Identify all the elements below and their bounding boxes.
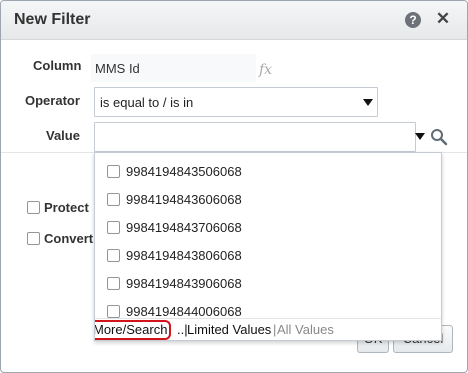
more-search-link[interactable]: More/Search [95, 320, 171, 340]
item-checkbox[interactable] [107, 221, 120, 234]
column-field: MMS Id [91, 54, 256, 82]
item-label: 9984194843906068 [126, 276, 242, 291]
chevron-down-icon [363, 99, 373, 106]
value-dropdown-chevron-icon[interactable] [415, 133, 425, 140]
item-label: 9984194844006068 [126, 304, 242, 319]
new-filter-dialog: New Filter ? ✕ Column MMS Id fx Operator… [0, 0, 468, 373]
footer-pipe: | [273, 322, 277, 337]
convert-checkbox[interactable] [27, 232, 40, 245]
operator-value: is equal to / is in [100, 95, 194, 110]
item-checkbox[interactable] [107, 193, 120, 206]
search-icon[interactable] [430, 128, 448, 146]
item-label: 9984194843706068 [126, 220, 242, 235]
item-checkbox[interactable] [107, 165, 120, 178]
close-icon[interactable]: ✕ [433, 9, 453, 29]
dropdown-footer: More/Search ..| Limited Values | All Val… [95, 318, 441, 340]
item-label: 9984194843606068 [126, 192, 242, 207]
column-label: Column [33, 58, 82, 73]
value-input[interactable] [94, 122, 416, 152]
protect-checkbox[interactable] [27, 201, 40, 214]
item-label: 9984194843506068 [126, 164, 242, 179]
dialog-titlebar: New Filter ? ✕ [1, 1, 467, 40]
fx-icon[interactable]: fx [259, 62, 272, 78]
item-checkbox[interactable] [107, 305, 120, 318]
value-dropdown-list: 9984194843506068 9984194843606068 998419… [94, 152, 442, 341]
item-label: 9984194843806068 [126, 248, 242, 263]
all-values-link[interactable]: All Values [277, 322, 334, 337]
more-search-highlight [95, 320, 171, 340]
item-checkbox[interactable] [107, 277, 120, 290]
column-value: MMS Id [95, 61, 140, 76]
operator-label: Operator [25, 93, 80, 108]
value-label: Value [46, 128, 80, 143]
protect-label: Protect [44, 200, 89, 215]
item-checkbox[interactable] [107, 249, 120, 262]
operator-select[interactable]: is equal to / is in [94, 87, 378, 117]
limited-values-link[interactable]: Limited Values [187, 322, 271, 337]
convert-label: Convert [44, 231, 94, 246]
dialog-title: New Filter [14, 11, 91, 28]
help-icon[interactable]: ? [405, 12, 421, 28]
